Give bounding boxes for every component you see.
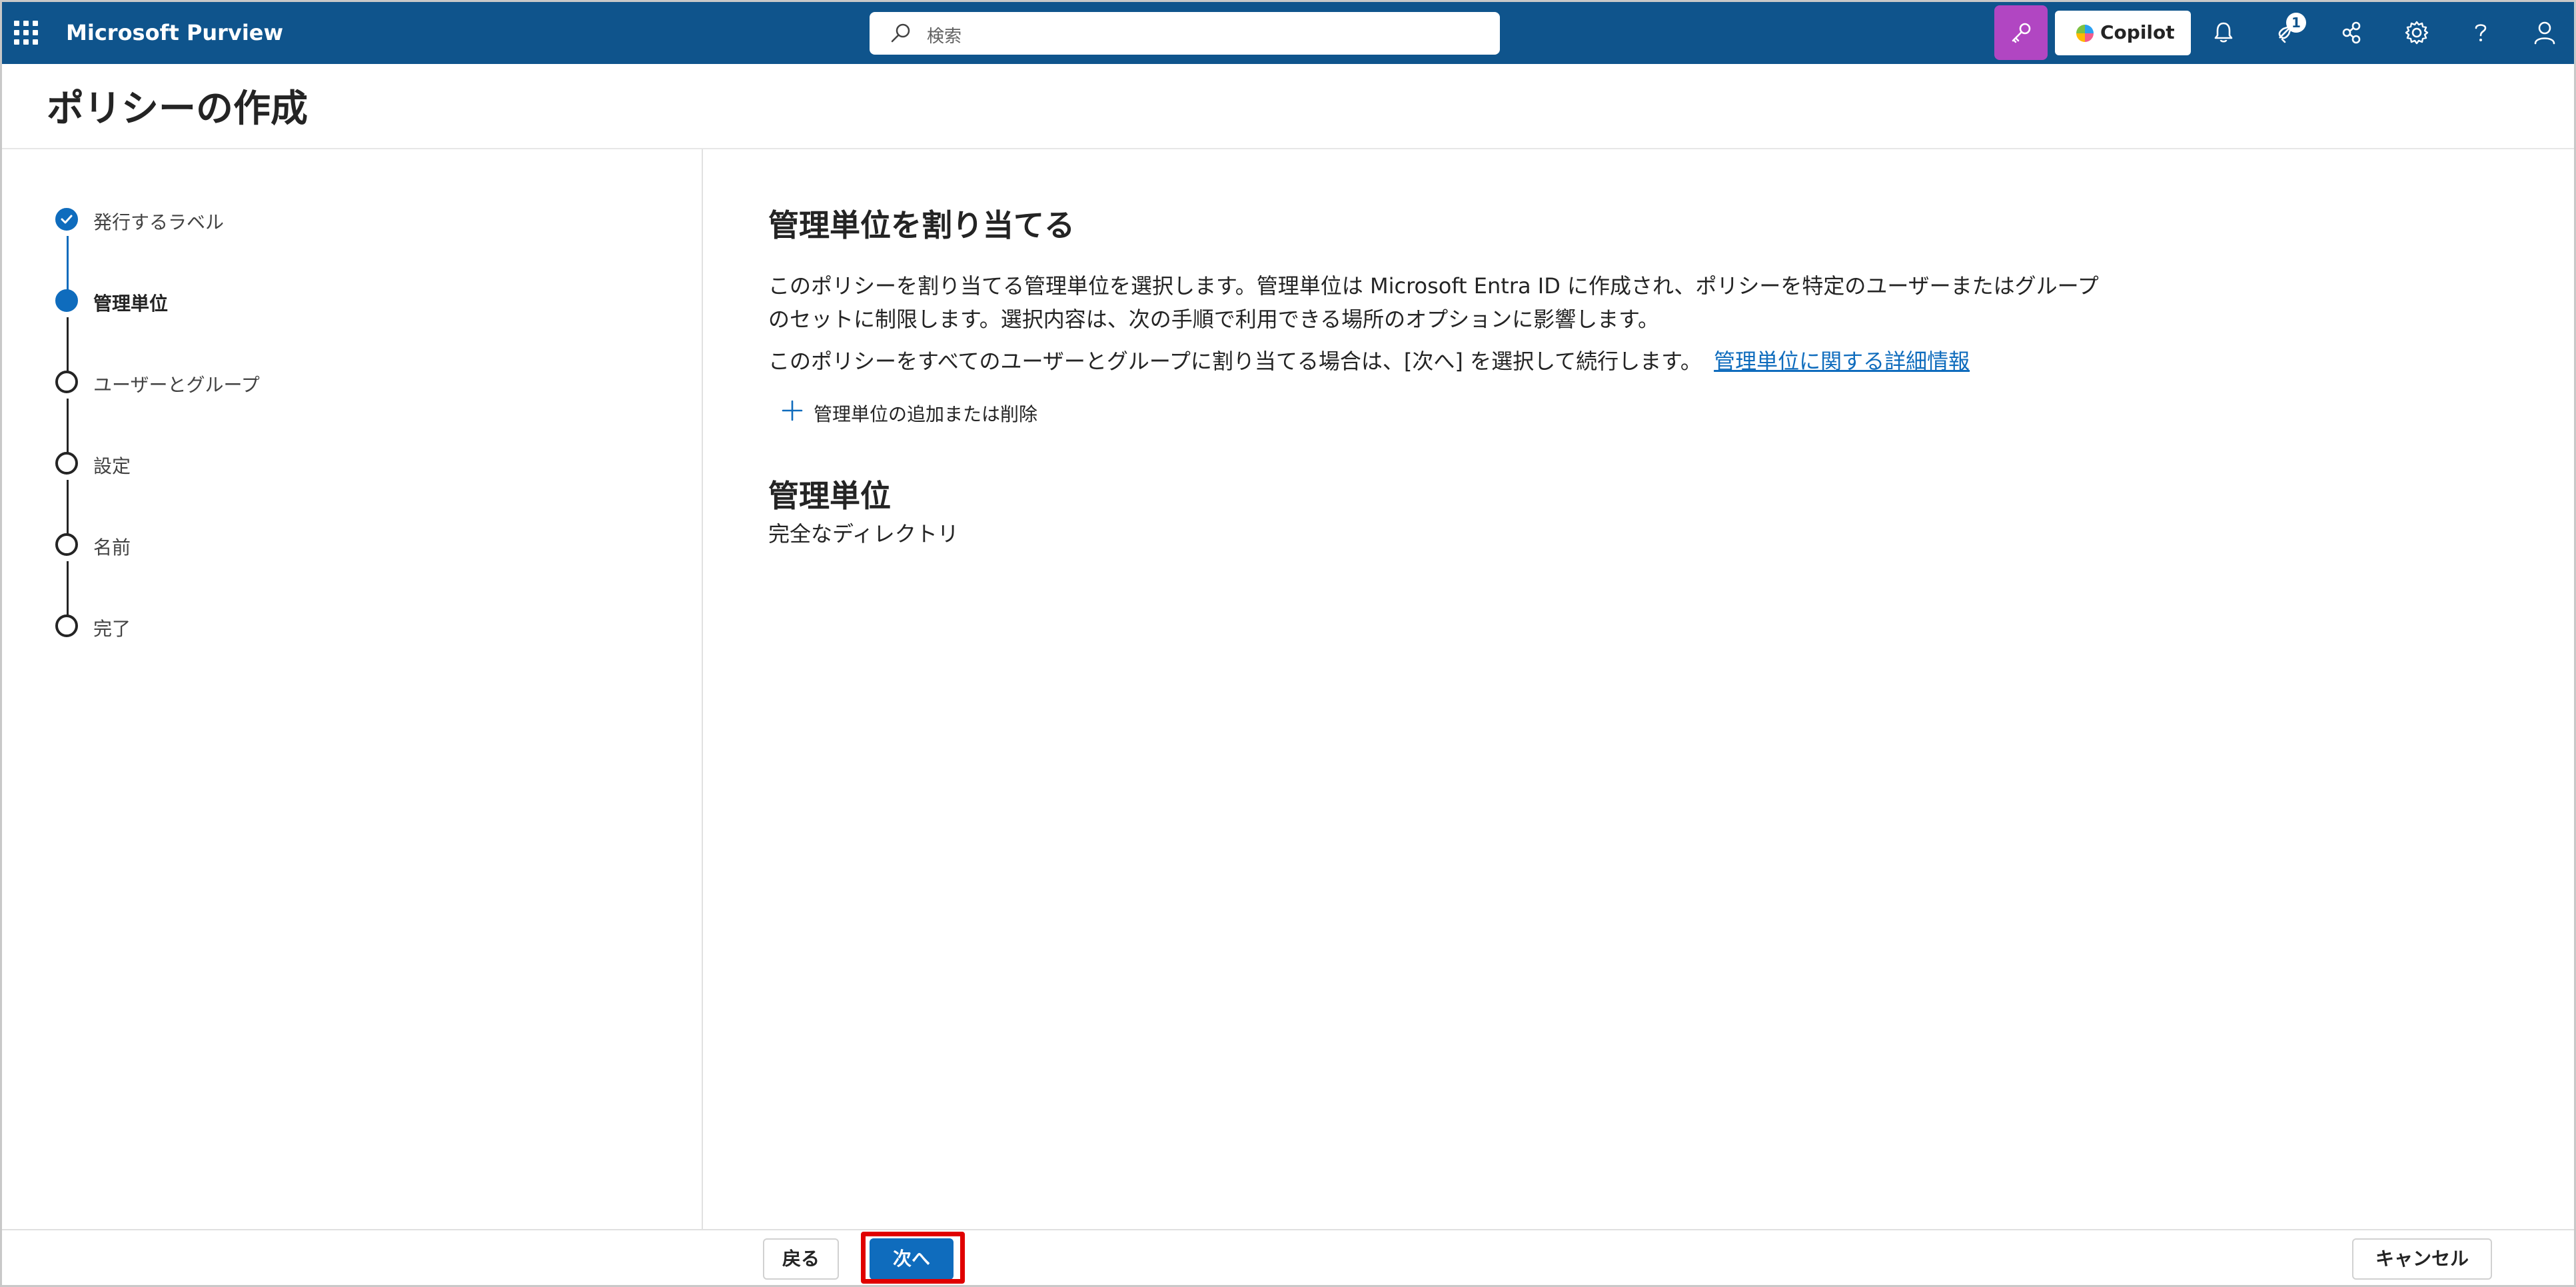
step-label: 管理単位 bbox=[93, 293, 169, 315]
step-connector bbox=[67, 236, 69, 297]
add-remove-label: 管理単位の追加または削除 bbox=[814, 403, 1038, 425]
step-label: 完了 bbox=[93, 618, 131, 640]
back-button[interactable]: 戻る bbox=[763, 1238, 839, 1280]
search-placeholder: 検索 bbox=[927, 27, 962, 47]
step-connector bbox=[67, 480, 69, 541]
person-icon[interactable] bbox=[2530, 18, 2559, 47]
description-line-2: のセットに制限します。選択内容は、次の手順で利用できる場所のオプションに影響しま… bbox=[768, 307, 1659, 332]
copilot-button[interactable]: Copilot bbox=[2055, 11, 2191, 55]
step-connector bbox=[67, 561, 69, 623]
gear-icon[interactable] bbox=[2402, 18, 2431, 47]
search-input[interactable]: 検索 bbox=[870, 12, 1500, 55]
share-icon[interactable] bbox=[2337, 18, 2367, 47]
step-connector bbox=[67, 317, 69, 379]
description-text: このポリシーをすべてのユーザーとグループに割り当てる場合は、[次へ] を選択して… bbox=[768, 349, 1702, 374]
next-button[interactable]: 次へ bbox=[870, 1238, 954, 1280]
pending-step-icon bbox=[55, 615, 78, 637]
pending-step-icon bbox=[55, 371, 78, 393]
admin-units-heading: 管理単位 bbox=[768, 478, 891, 514]
bell-icon[interactable] bbox=[2209, 18, 2238, 47]
purview-agent-button[interactable] bbox=[1994, 5, 2048, 60]
footer-divider bbox=[2, 1229, 2574, 1230]
notification-badge: 1 bbox=[2286, 13, 2306, 33]
help-icon[interactable] bbox=[2466, 18, 2495, 47]
purview-agent-icon bbox=[2012, 23, 2031, 43]
step-label: 名前 bbox=[93, 537, 131, 559]
cancel-button[interactable]: キャンセル bbox=[2352, 1238, 2492, 1280]
description-line-3: このポリシーをすべてのユーザーとグループに割り当てる場合は、[次へ] を選択して… bbox=[768, 345, 1970, 378]
app-title[interactable]: Microsoft Purview bbox=[66, 20, 283, 45]
pending-step-icon bbox=[55, 452, 78, 475]
plus-icon bbox=[782, 400, 803, 421]
wizard-stepper: 発行するラベル 管理単位 ユーザーとグループ 設定 名前 完了 bbox=[2, 149, 703, 1229]
copilot-icon bbox=[2076, 25, 2094, 42]
section-heading: 管理単位を割り当てる bbox=[768, 207, 1075, 243]
page-title: ポリシーの作成 bbox=[47, 87, 308, 131]
step-label: 発行するラベル bbox=[93, 211, 225, 233]
waffle-icon[interactable] bbox=[14, 21, 38, 45]
step-connector bbox=[67, 399, 69, 460]
search-icon bbox=[891, 23, 910, 43]
description-line-1: このポリシーを割り当てる管理単位を選択します。管理単位は Microsoft E… bbox=[768, 273, 2099, 299]
current-step-icon bbox=[55, 289, 78, 312]
admin-units-value: 完全なディレクトリ bbox=[768, 521, 959, 547]
step-label: 設定 bbox=[93, 455, 131, 477]
learn-more-link[interactable]: 管理単位に関する詳細情報 bbox=[1714, 349, 1970, 374]
copilot-label: Copilot bbox=[2100, 21, 2175, 43]
pending-step-icon bbox=[55, 533, 78, 556]
step-label: ユーザーとグループ bbox=[93, 374, 260, 396]
top-bar: Microsoft Purview 検索 Copilot 1 bbox=[2, 2, 2574, 64]
checkmark-icon bbox=[55, 208, 78, 231]
